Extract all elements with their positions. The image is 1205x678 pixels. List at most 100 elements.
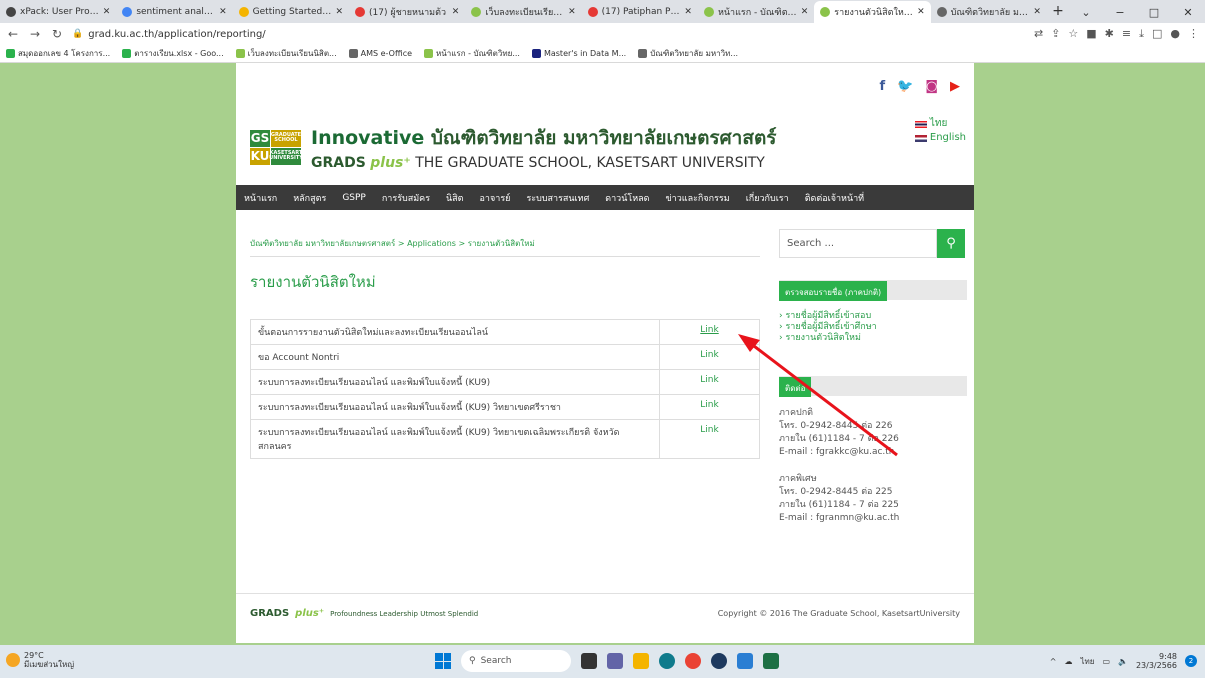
forward-icon[interactable]: →: [28, 27, 42, 41]
share-icon[interactable]: ⇪: [1051, 27, 1060, 41]
close-icon[interactable]: ✕: [335, 7, 343, 17]
clock[interactable]: 9:48 23/3/2566: [1136, 652, 1177, 670]
browser-tab[interactable]: (17) Patiphan Phengp✕: [582, 1, 698, 23]
bookmark-item[interactable]: บัณฑิตวิทยาลัย มหาวิท...: [638, 47, 738, 60]
sidepanel-icon[interactable]: □: [1152, 27, 1162, 41]
search-input[interactable]: Search ...: [779, 229, 937, 258]
tab-title: (17) Patiphan Phengp: [601, 7, 681, 17]
puzzle-icon[interactable]: ✱: [1105, 27, 1114, 41]
nav-item[interactable]: หน้าแรก: [244, 191, 277, 205]
breadcrumb[interactable]: บัณฑิตวิทยาลัย มหาวิทยาลัยเกษตรศาสตร์ > …: [250, 237, 760, 257]
browser-tab[interactable]: เว็บลงทะเบียนเรียนนิสิตใหม่ ✕: [465, 1, 581, 23]
chrome-icon[interactable]: [685, 653, 701, 669]
window-control-button[interactable]: ✕: [1171, 6, 1205, 19]
row-link[interactable]: Link: [659, 419, 760, 459]
close-icon[interactable]: ✕: [801, 7, 809, 17]
edge-icon[interactable]: [659, 653, 675, 669]
lang-th[interactable]: ไทย: [914, 117, 966, 131]
nav-item[interactable]: การรับสมัคร: [382, 191, 430, 205]
extension-icon[interactable]: ■: [1086, 27, 1096, 41]
new-tab-button[interactable]: +: [1047, 1, 1069, 23]
taskbar-search[interactable]: ⚲ Search: [461, 650, 571, 672]
menu-icon[interactable]: ⋮: [1188, 27, 1199, 41]
back-icon[interactable]: ←: [6, 27, 20, 41]
browser-tab[interactable]: หน้าแรก - บัณฑิตวิทยาลัย ✕: [698, 1, 814, 23]
lang-en[interactable]: English: [914, 131, 966, 145]
window-control-button[interactable]: ⌄: [1069, 6, 1103, 19]
close-icon[interactable]: ✕: [568, 7, 576, 17]
sidebar-link[interactable]: › รายชื่อผู้มีสิทธิ์เข้าสอบ: [779, 311, 877, 322]
bookmark-item[interactable]: AMS e-Office: [348, 49, 412, 58]
close-icon[interactable]: ✕: [452, 7, 460, 17]
tab-title: Getting Started with S: [252, 7, 332, 17]
nav-item[interactable]: นิสิต: [446, 191, 464, 205]
contact-line: โทร. 0-2942-8445 ต่อ 225: [779, 487, 893, 497]
monitor-icon[interactable]: ▭: [1102, 657, 1110, 666]
close-icon[interactable]: ✕: [219, 7, 227, 17]
volume-icon[interactable]: 🔈: [1118, 657, 1128, 666]
row-link[interactable]: Link: [659, 319, 760, 345]
bookmark-favicon-icon: [531, 49, 541, 58]
temperature: 29°C: [24, 651, 44, 660]
url-text: grad.ku.ac.th/application/reporting/: [88, 28, 266, 40]
sidebar-link[interactable]: › รายชื่อผู้มีสิทธิ์เข้าศึกษา: [779, 322, 877, 333]
nav-item[interactable]: ข่าวและกิจกรรม: [666, 191, 730, 205]
twitter-icon[interactable]: 🐦: [897, 79, 913, 94]
bookmark-item[interactable]: เว็บลงทะเบียนเรียนนิสิต...: [235, 47, 337, 60]
star-icon[interactable]: ☆: [1068, 27, 1078, 41]
profile-icon[interactable]: ●: [1170, 27, 1180, 41]
windows-start-icon[interactable]: [435, 653, 451, 669]
file-explorer-icon[interactable]: [633, 653, 649, 669]
facebook-icon[interactable]: f: [880, 79, 886, 94]
row-link[interactable]: Link: [659, 394, 760, 420]
reading-list-icon[interactable]: ≡: [1122, 27, 1131, 41]
bookmark-item[interactable]: Master's in Data M...: [531, 49, 626, 58]
teams-icon[interactable]: [607, 653, 623, 669]
close-icon[interactable]: ✕: [917, 7, 925, 17]
close-icon[interactable]: ✕: [684, 7, 692, 17]
nav-item[interactable]: ระบบสารสนเทศ: [526, 191, 589, 205]
youtube-icon[interactable]: ▶: [950, 79, 960, 94]
sidebar-link[interactable]: › รายงานตัวนิสิตใหม่: [779, 333, 877, 344]
weather-widget[interactable]: 29°C มีเมฆส่วนใหญ่: [6, 651, 74, 669]
browser-tab[interactable]: Getting Started with S✕: [233, 1, 349, 23]
nav-item[interactable]: หลักสูตร: [293, 191, 326, 205]
download-icon[interactable]: ⤓: [1139, 27, 1144, 41]
window-control-button[interactable]: −: [1103, 6, 1137, 19]
store-icon[interactable]: [737, 653, 753, 669]
cloud-icon[interactable]: ☁: [1064, 657, 1072, 666]
page-title: รายงานตัวนิสิตใหม่: [250, 273, 376, 291]
bookmark-item[interactable]: หน้าแรก - บัณฑิตวิทย...: [424, 47, 520, 60]
table-row: ระบบการลงทะเบียนเรียนออนไลน์ และพิมพ์ใบแ…: [250, 419, 760, 459]
row-link[interactable]: Link: [659, 369, 760, 395]
bookmark-item[interactable]: ตารางเรียน.xlsx - Goo...: [122, 47, 224, 60]
chevron-up-icon[interactable]: ^: [1050, 657, 1057, 666]
task-view-icon[interactable]: [581, 653, 597, 669]
close-icon[interactable]: ✕: [1033, 7, 1041, 17]
bookmark-item[interactable]: สมุดออกเลข 4 โครงการ...: [6, 47, 110, 60]
nav-item[interactable]: เกี่ยวกับเรา: [746, 191, 789, 205]
search-button[interactable]: ⚲: [937, 229, 965, 258]
close-icon[interactable]: ✕: [103, 7, 111, 17]
notification-badge[interactable]: 2: [1185, 655, 1197, 667]
browser-tab[interactable]: xPack: User Profile ✕: [0, 1, 116, 23]
browser-tab[interactable]: (17) ผู้ชายหนามต้ว ✕: [349, 1, 465, 23]
dell-icon[interactable]: [711, 653, 727, 669]
site-logo[interactable]: GS GRADUATE SCHOOL KU KASETSART UNIVERSI…: [250, 123, 776, 171]
reload-icon[interactable]: ↻: [50, 27, 64, 41]
nav-item[interactable]: อาจารย์: [480, 191, 511, 205]
lock-icon: 🔒: [72, 29, 84, 39]
browser-tab[interactable]: บัณฑิตวิทยาลัย มหาวิทย✕: [931, 1, 1047, 23]
input-language[interactable]: ไทย: [1080, 655, 1094, 668]
url-field[interactable]: 🔒 grad.ku.ac.th/application/reporting/: [72, 29, 1026, 40]
browser-tab[interactable]: รายงานตัวนิสิตใหม่ - บัณ ✕: [814, 1, 931, 23]
browser-tab[interactable]: sentiment analysis py ✕: [116, 1, 232, 23]
nav-item[interactable]: GSPP: [342, 193, 366, 203]
window-control-button[interactable]: □: [1137, 6, 1171, 19]
nav-item[interactable]: ติดต่อเจ้าหน้าที่: [805, 191, 864, 205]
nav-item[interactable]: ดาวน์โหลด: [605, 191, 649, 205]
translate-icon[interactable]: ⇄: [1034, 27, 1043, 41]
excel-icon[interactable]: [763, 653, 779, 669]
instagram-icon[interactable]: ◙: [925, 79, 938, 94]
row-link[interactable]: Link: [659, 344, 760, 370]
